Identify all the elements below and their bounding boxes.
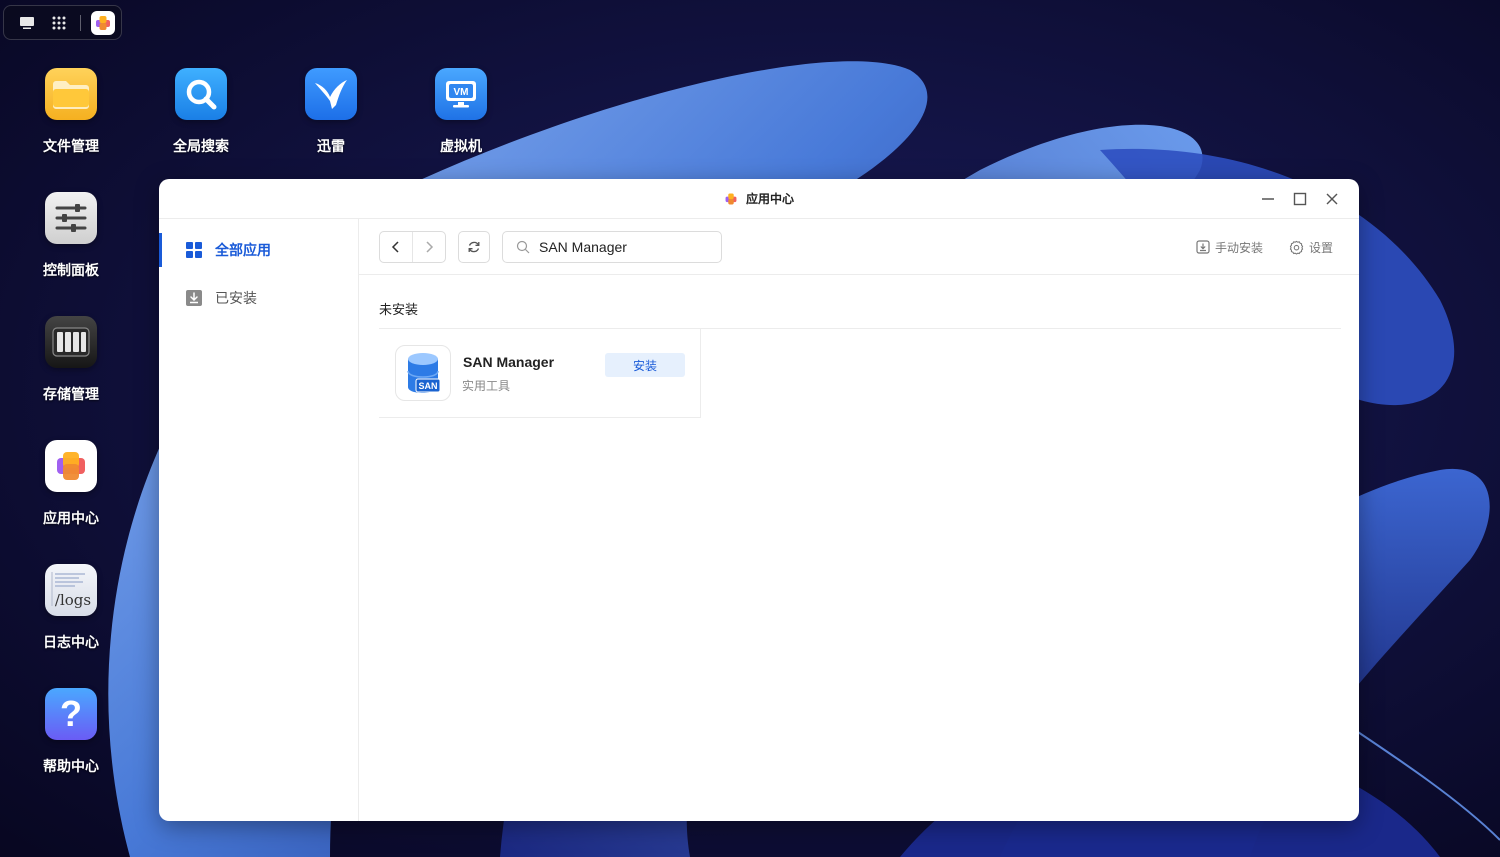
logs-glyph: /logs	[54, 591, 92, 609]
chevron-left-icon	[391, 240, 399, 253]
download-tray-icon	[186, 290, 202, 306]
forward-button[interactable]	[412, 231, 445, 262]
manual-install-icon	[1196, 240, 1210, 254]
refresh-button[interactable]	[458, 230, 490, 263]
search-box	[502, 230, 722, 263]
taskbar-separator	[80, 14, 81, 31]
toolbar-actions: 手动安装 设置	[1196, 219, 1333, 275]
app-category: 实用工具	[462, 379, 511, 393]
drive-bays-icon	[45, 316, 97, 368]
search-icon	[516, 240, 530, 253]
svg-text:VM: VM	[454, 87, 469, 98]
desktop-icon-label: 应用中心	[43, 511, 99, 527]
section-title-not-installed: 未安装	[379, 303, 419, 318]
window-controls	[1259, 189, 1341, 209]
search-icon	[175, 68, 227, 120]
sidebar-item-installed[interactable]: 已安装	[159, 274, 358, 322]
desktop-icon-label: 控制面板	[43, 263, 99, 279]
nav-buttons	[379, 230, 446, 263]
app-card[interactable]: SAN SAN Manager 实用工具 安装	[379, 329, 701, 418]
window-titlebar[interactable]: 应用中心	[159, 179, 1359, 219]
show-desktop-icon[interactable]	[16, 12, 38, 34]
desktop-icon-control-panel[interactable]: 控制面板	[21, 192, 121, 280]
sidebar-item-all-apps[interactable]: 全部应用	[159, 226, 358, 274]
app-center-window: 应用中心 全部应用 已安装 SAN Manager 手动安装 设置 未安装 SA…	[159, 179, 1359, 821]
san-manager-app-icon: SAN	[395, 345, 451, 401]
toolbar: 手动安装 设置	[359, 219, 1359, 275]
app-grid-icon[interactable]	[48, 12, 70, 34]
desktop-icon-label: 日志中心	[43, 635, 99, 651]
desktop-icon-label: 帮助中心	[43, 759, 99, 775]
chevron-right-icon	[426, 240, 434, 253]
gear-icon	[1289, 240, 1304, 255]
thunder-bird-icon	[305, 68, 357, 120]
sidebar-item-label: 全部应用	[215, 243, 271, 259]
minimize-icon[interactable]	[1259, 189, 1277, 209]
back-button[interactable]	[380, 232, 412, 262]
desktop-icon-storage[interactable]: 存储管理	[21, 316, 121, 404]
desktop-icon-thunder[interactable]: 迅雷	[281, 68, 381, 156]
install-button[interactable]: 安装	[605, 353, 685, 377]
grid-icon	[186, 242, 202, 258]
refresh-icon	[468, 241, 480, 252]
help-question-icon: ?	[45, 688, 97, 740]
desktop-icon-label: 文件管理	[43, 139, 99, 155]
search-input[interactable]	[539, 238, 709, 255]
maximize-icon[interactable]	[1291, 189, 1309, 209]
desktop-icon-label: 全局搜索	[173, 139, 229, 155]
main-content: 手动安装 设置 未安装 SAN	[359, 219, 1359, 821]
app-center-icon	[725, 193, 737, 204]
taskbar	[3, 5, 122, 40]
database-icon: SAN	[407, 353, 441, 393]
settings-button[interactable]: 设置	[1289, 239, 1333, 256]
desktop-icon-log-center[interactable]: /logs 日志中心	[21, 564, 121, 652]
help-glyph: ?	[60, 693, 82, 734]
desktop-icon-virtual-machine[interactable]: VM 虚拟机	[411, 68, 511, 156]
sliders-icon	[45, 192, 97, 244]
desktop-icon-global-search[interactable]: 全局搜索	[151, 68, 251, 156]
desktop-icon-file-manager[interactable]: 文件管理	[21, 68, 121, 156]
desktop-icon-help-center[interactable]: ? 帮助中心	[21, 688, 121, 776]
sidebar-item-label: 已安装	[215, 291, 257, 307]
desktop-icon-label: 迅雷	[317, 139, 345, 155]
sidebar: 全部应用 已安装	[159, 219, 359, 821]
desktop-icon-label: 虚拟机	[440, 139, 482, 155]
san-badge-text: SAN	[418, 381, 437, 391]
taskbar-app-center-icon[interactable]	[91, 10, 115, 35]
folder-icon	[45, 68, 97, 120]
manual-install-button[interactable]: 手动安装	[1196, 239, 1263, 256]
window-title-text: 应用中心	[745, 192, 794, 206]
app-name: SAN Manager	[463, 354, 555, 370]
manual-install-label: 手动安装	[1214, 240, 1263, 255]
app-center-icon	[45, 440, 97, 492]
close-icon[interactable]	[1323, 189, 1341, 209]
logs-icon: /logs	[45, 564, 97, 616]
settings-label: 设置	[1308, 240, 1333, 255]
desktop-icon-label: 存储管理	[43, 387, 99, 403]
window-title: 应用中心	[724, 190, 794, 207]
desktop-icon-app-center[interactable]: 应用中心	[21, 440, 121, 528]
vm-monitor-icon: VM	[435, 68, 487, 120]
